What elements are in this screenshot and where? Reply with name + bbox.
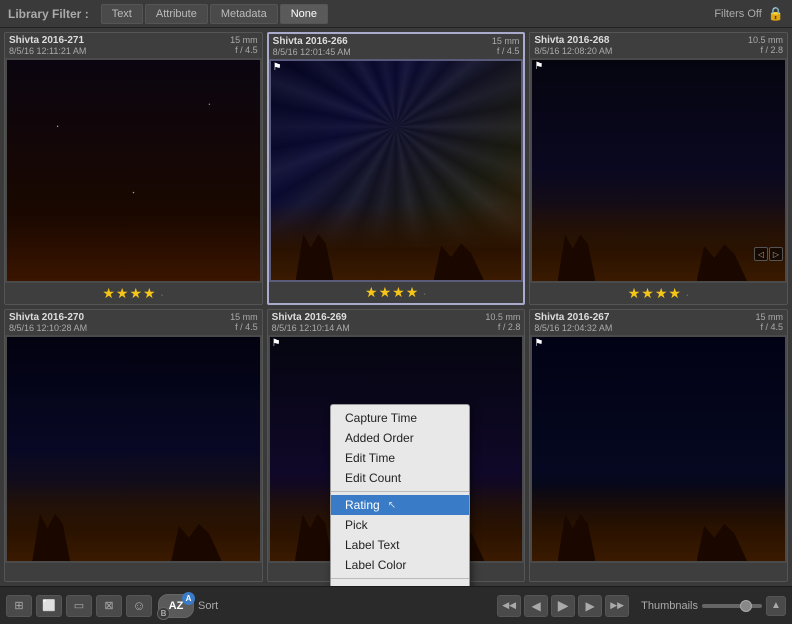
- menu-item-label-color[interactable]: Label Color: [331, 555, 469, 575]
- nav-section: ◀◀ ◀ ▶ ▶ ▶▶: [497, 595, 629, 617]
- thumbnail-size-slider[interactable]: [702, 604, 762, 608]
- sort-badge-b: B: [157, 607, 170, 620]
- menu-separator-2: [331, 578, 469, 579]
- main-area: Shivta 2016-271 8/5/16 12:11:21 AM 15 mm…: [0, 28, 792, 586]
- menu-item-rating[interactable]: Rating ↖: [331, 495, 469, 515]
- photo-aperture-2: f / 4.5: [497, 46, 520, 56]
- slideshow-button[interactable]: ▶: [551, 595, 575, 617]
- sort-badge-a: A: [182, 592, 195, 605]
- photo-focal-6: 15 mm: [755, 312, 783, 322]
- flag-icon-6: ⚑: [534, 339, 543, 349]
- nav-next-next-button[interactable]: ▶▶: [605, 595, 629, 617]
- sort-section: AZ A B Sort: [158, 594, 218, 618]
- photo-date-5: 8/5/16 12:10:14 AM: [272, 323, 350, 333]
- photo-title-6: Shivta 2016-267: [534, 312, 612, 323]
- filter-bar-label: Library Filter :: [8, 7, 89, 21]
- filter-right: Filters Off 🔒: [714, 6, 784, 22]
- tab-attribute[interactable]: Attribute: [145, 4, 208, 24]
- photo-footer-6: [530, 563, 787, 581]
- photo-header-5: Shivta 2016-269 8/5/16 12:10:14 AM 10.5 …: [268, 310, 525, 335]
- photo-image-6: ⚑: [532, 337, 785, 561]
- flag-icon-2: ⚑: [273, 63, 282, 73]
- photo-date-3: 8/5/16 12:08:20 AM: [534, 46, 612, 56]
- bottom-toolbar: ⊞ ⬜ ▭ ⊠ ☺ AZ A B Sort ◀◀ ◀ ▶ ▶ ▶▶ Thumbn…: [0, 586, 792, 624]
- photo-focal-4: 15 mm: [230, 312, 258, 322]
- photo-date-1: 8/5/16 12:11:21 AM: [9, 46, 86, 56]
- nav-prev-button[interactable]: ◀: [524, 595, 548, 617]
- photo-footer-2: ★ ★ ★ ★ ·: [269, 282, 524, 303]
- photo-focal-3: 10.5 mm: [748, 35, 783, 45]
- tab-text[interactable]: Text: [101, 4, 143, 24]
- loupe-view-button[interactable]: ⬜: [36, 595, 62, 617]
- photo-focal-5: 10.5 mm: [485, 312, 520, 322]
- photo-image-1: [7, 60, 260, 281]
- thumbnails-label: Thumbnails: [641, 600, 698, 612]
- compare-view-button[interactable]: ▭: [66, 595, 92, 617]
- expand-button[interactable]: ▲: [766, 596, 786, 616]
- menu-item-capture-time[interactable]: Capture Time: [331, 408, 469, 428]
- photo-aperture-1: f / 4.5: [235, 45, 258, 55]
- menu-item-added-order[interactable]: Added Order: [331, 428, 469, 448]
- nav-prev-prev-button[interactable]: ◀◀: [497, 595, 521, 617]
- photo-header-4: Shivta 2016-270 8/5/16 12:10:28 AM 15 mm…: [5, 310, 262, 335]
- photo-date-4: 8/5/16 12:10:28 AM: [9, 323, 87, 333]
- sort-label: Sort: [198, 600, 218, 612]
- photo-cell-3[interactable]: Shivta 2016-268 8/5/16 12:08:20 AM 10.5 …: [529, 32, 788, 305]
- nav-next-button[interactable]: ▶: [578, 595, 602, 617]
- photo-title-5: Shivta 2016-269: [272, 312, 350, 323]
- thumbnail-slider-handle[interactable]: [740, 600, 752, 612]
- menu-item-label-text[interactable]: Label Text: [331, 535, 469, 555]
- people-view-button[interactable]: ☺: [126, 595, 152, 617]
- photo-aperture-4: f / 4.5: [235, 322, 258, 332]
- flag-icon-5: ⚑: [272, 339, 281, 349]
- cursor-indicator: Rating: [345, 498, 380, 512]
- photo-cell-2[interactable]: Shivta 2016-266 8/5/16 12:01:45 AM 15 mm…: [267, 32, 526, 305]
- sort-az-button[interactable]: AZ A B: [158, 594, 194, 618]
- photo-focal-1: 15 mm: [230, 35, 258, 45]
- photo-focal-2: 15 mm: [492, 36, 520, 46]
- lock-icon[interactable]: 🔒: [768, 6, 784, 22]
- menu-item-edit-count[interactable]: Edit Count: [331, 468, 469, 488]
- photo-date-2: 8/5/16 12:01:45 AM: [273, 47, 351, 57]
- photo-image-3: ⚑ ◁ ▷: [532, 60, 785, 281]
- photo-image-2: ⚑: [271, 61, 522, 280]
- photo-footer-3: ★ ★ ★ ★ ·: [530, 283, 787, 304]
- sort-dropdown-menu: Capture Time Added Order Edit Time Edit …: [330, 404, 470, 586]
- photo-title-2: Shivta 2016-266: [273, 36, 351, 47]
- survey-view-button[interactable]: ⊠: [96, 595, 122, 617]
- photo-footer-4: [5, 563, 262, 581]
- cursor-arrow: ↖: [388, 500, 396, 511]
- photo-cell-1[interactable]: Shivta 2016-271 8/5/16 12:11:21 AM 15 mm…: [4, 32, 263, 305]
- filters-off-label: Filters Off: [714, 8, 761, 20]
- photo-tools-3: ◁ ▷: [754, 247, 783, 261]
- photo-title-3: Shivta 2016-268: [534, 35, 612, 46]
- photo-aperture-3: f / 2.8: [760, 45, 783, 55]
- photo-cell-4[interactable]: Shivta 2016-270 8/5/16 12:10:28 AM 15 mm…: [4, 309, 263, 582]
- photo-header-6: Shivta 2016-267 8/5/16 12:04:32 AM 15 mm…: [530, 310, 787, 335]
- flag-icon-3: ⚑: [534, 62, 543, 72]
- photo-header-1: Shivta 2016-271 8/5/16 12:11:21 AM 15 mm…: [5, 33, 262, 58]
- tab-none[interactable]: None: [280, 4, 328, 24]
- photo-aperture-5: f / 2.8: [498, 322, 521, 332]
- photo-title-1: Shivta 2016-271: [9, 35, 86, 46]
- menu-item-file-name[interactable]: File Name: [331, 582, 469, 586]
- photo-footer-1: ★ ★ ★ ★ ·: [5, 283, 262, 304]
- photo-cell-6[interactable]: Shivta 2016-267 8/5/16 12:04:32 AM 15 mm…: [529, 309, 788, 582]
- grid-view-button[interactable]: ⊞: [6, 595, 32, 617]
- tab-metadata[interactable]: Metadata: [210, 4, 278, 24]
- photo-image-4: [7, 337, 260, 561]
- filter-tabs: Text Attribute Metadata None: [101, 4, 715, 24]
- menu-separator-1: [331, 491, 469, 492]
- photo-header-3: Shivta 2016-268 8/5/16 12:08:20 AM 10.5 …: [530, 33, 787, 58]
- menu-item-pick[interactable]: Pick: [331, 515, 469, 535]
- thumbnails-section: Thumbnails ▲: [641, 596, 786, 616]
- photo-aperture-6: f / 4.5: [760, 322, 783, 332]
- photo-date-6: 8/5/16 12:04:32 AM: [534, 323, 612, 333]
- filter-bar: Library Filter : Text Attribute Metadata…: [0, 0, 792, 28]
- menu-item-edit-time[interactable]: Edit Time: [331, 448, 469, 468]
- photo-header-2: Shivta 2016-266 8/5/16 12:01:45 AM 15 mm…: [269, 34, 524, 59]
- photo-title-4: Shivta 2016-270: [9, 312, 87, 323]
